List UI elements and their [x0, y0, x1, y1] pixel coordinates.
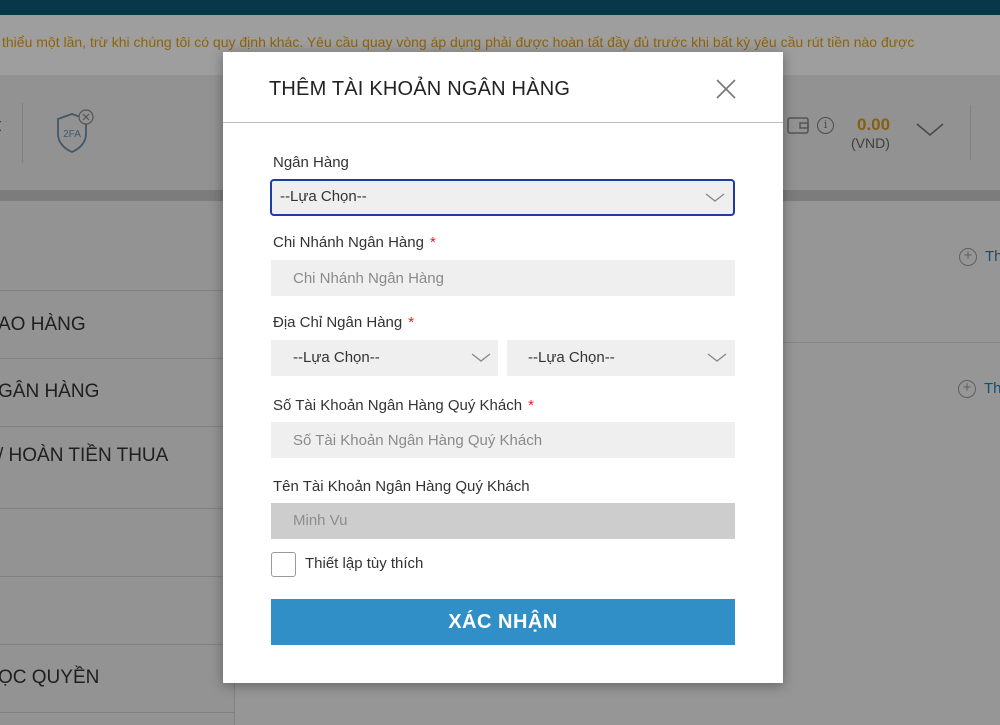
- modal-title: THÊM TÀI KHOẢN NGÂN HÀNG: [269, 78, 571, 100]
- required-mark: *: [408, 314, 415, 331]
- address-label: Địa Chỉ Ngân Hàng *: [273, 314, 414, 331]
- close-icon[interactable]: [713, 76, 739, 102]
- required-mark: *: [429, 234, 436, 251]
- custom-setting-label[interactable]: Thiết lập tùy thích: [305, 555, 423, 572]
- province-select[interactable]: --Lựa Chọn--: [271, 340, 498, 376]
- bank-label-text: Ngân Hàng: [273, 154, 349, 171]
- branch-input[interactable]: [271, 260, 735, 296]
- modal-header-divider: [223, 122, 783, 123]
- district-select-value: --Lựa Chọn--: [528, 349, 615, 366]
- bank-select[interactable]: --Lựa Chọn--: [270, 179, 735, 216]
- account-name-field: Minh Vu: [271, 503, 735, 539]
- branch-label: Chi Nhánh Ngân Hàng *: [273, 234, 436, 251]
- branch-label-text: Chi Nhánh Ngân Hàng: [273, 234, 424, 251]
- account-number-label: Số Tài Khoản Ngân Hàng Quý Khách *: [273, 397, 534, 414]
- bank-label: Ngân Hàng: [273, 154, 349, 171]
- district-select[interactable]: --Lựa Chọn--: [507, 340, 735, 376]
- add-bank-account-modal: THÊM TÀI KHOẢN NGÂN HÀNG Ngân Hàng --Lựa…: [223, 52, 783, 683]
- account-name-value: Minh Vu: [293, 512, 348, 529]
- required-mark: *: [528, 397, 534, 414]
- custom-setting-checkbox[interactable]: [271, 552, 296, 577]
- address-label-text: Địa Chỉ Ngân Hàng: [273, 314, 403, 331]
- account-name-label: Tên Tài Khoản Ngân Hàng Quý Khách: [273, 478, 530, 495]
- account-number-label-text: Số Tài Khoản Ngân Hàng Quý Khách: [273, 397, 523, 414]
- account-name-label-text: Tên Tài Khoản Ngân Hàng Quý Khách: [273, 478, 530, 495]
- confirm-button[interactable]: XÁC NHẬN: [271, 599, 735, 645]
- chevron-down-icon: [471, 353, 491, 362]
- chevron-down-icon: [705, 193, 725, 202]
- account-number-input[interactable]: [271, 422, 735, 458]
- province-select-value: --Lựa Chọn--: [293, 349, 380, 366]
- bank-select-value: --Lựa Chọn--: [280, 188, 367, 205]
- chevron-down-icon: [707, 353, 727, 362]
